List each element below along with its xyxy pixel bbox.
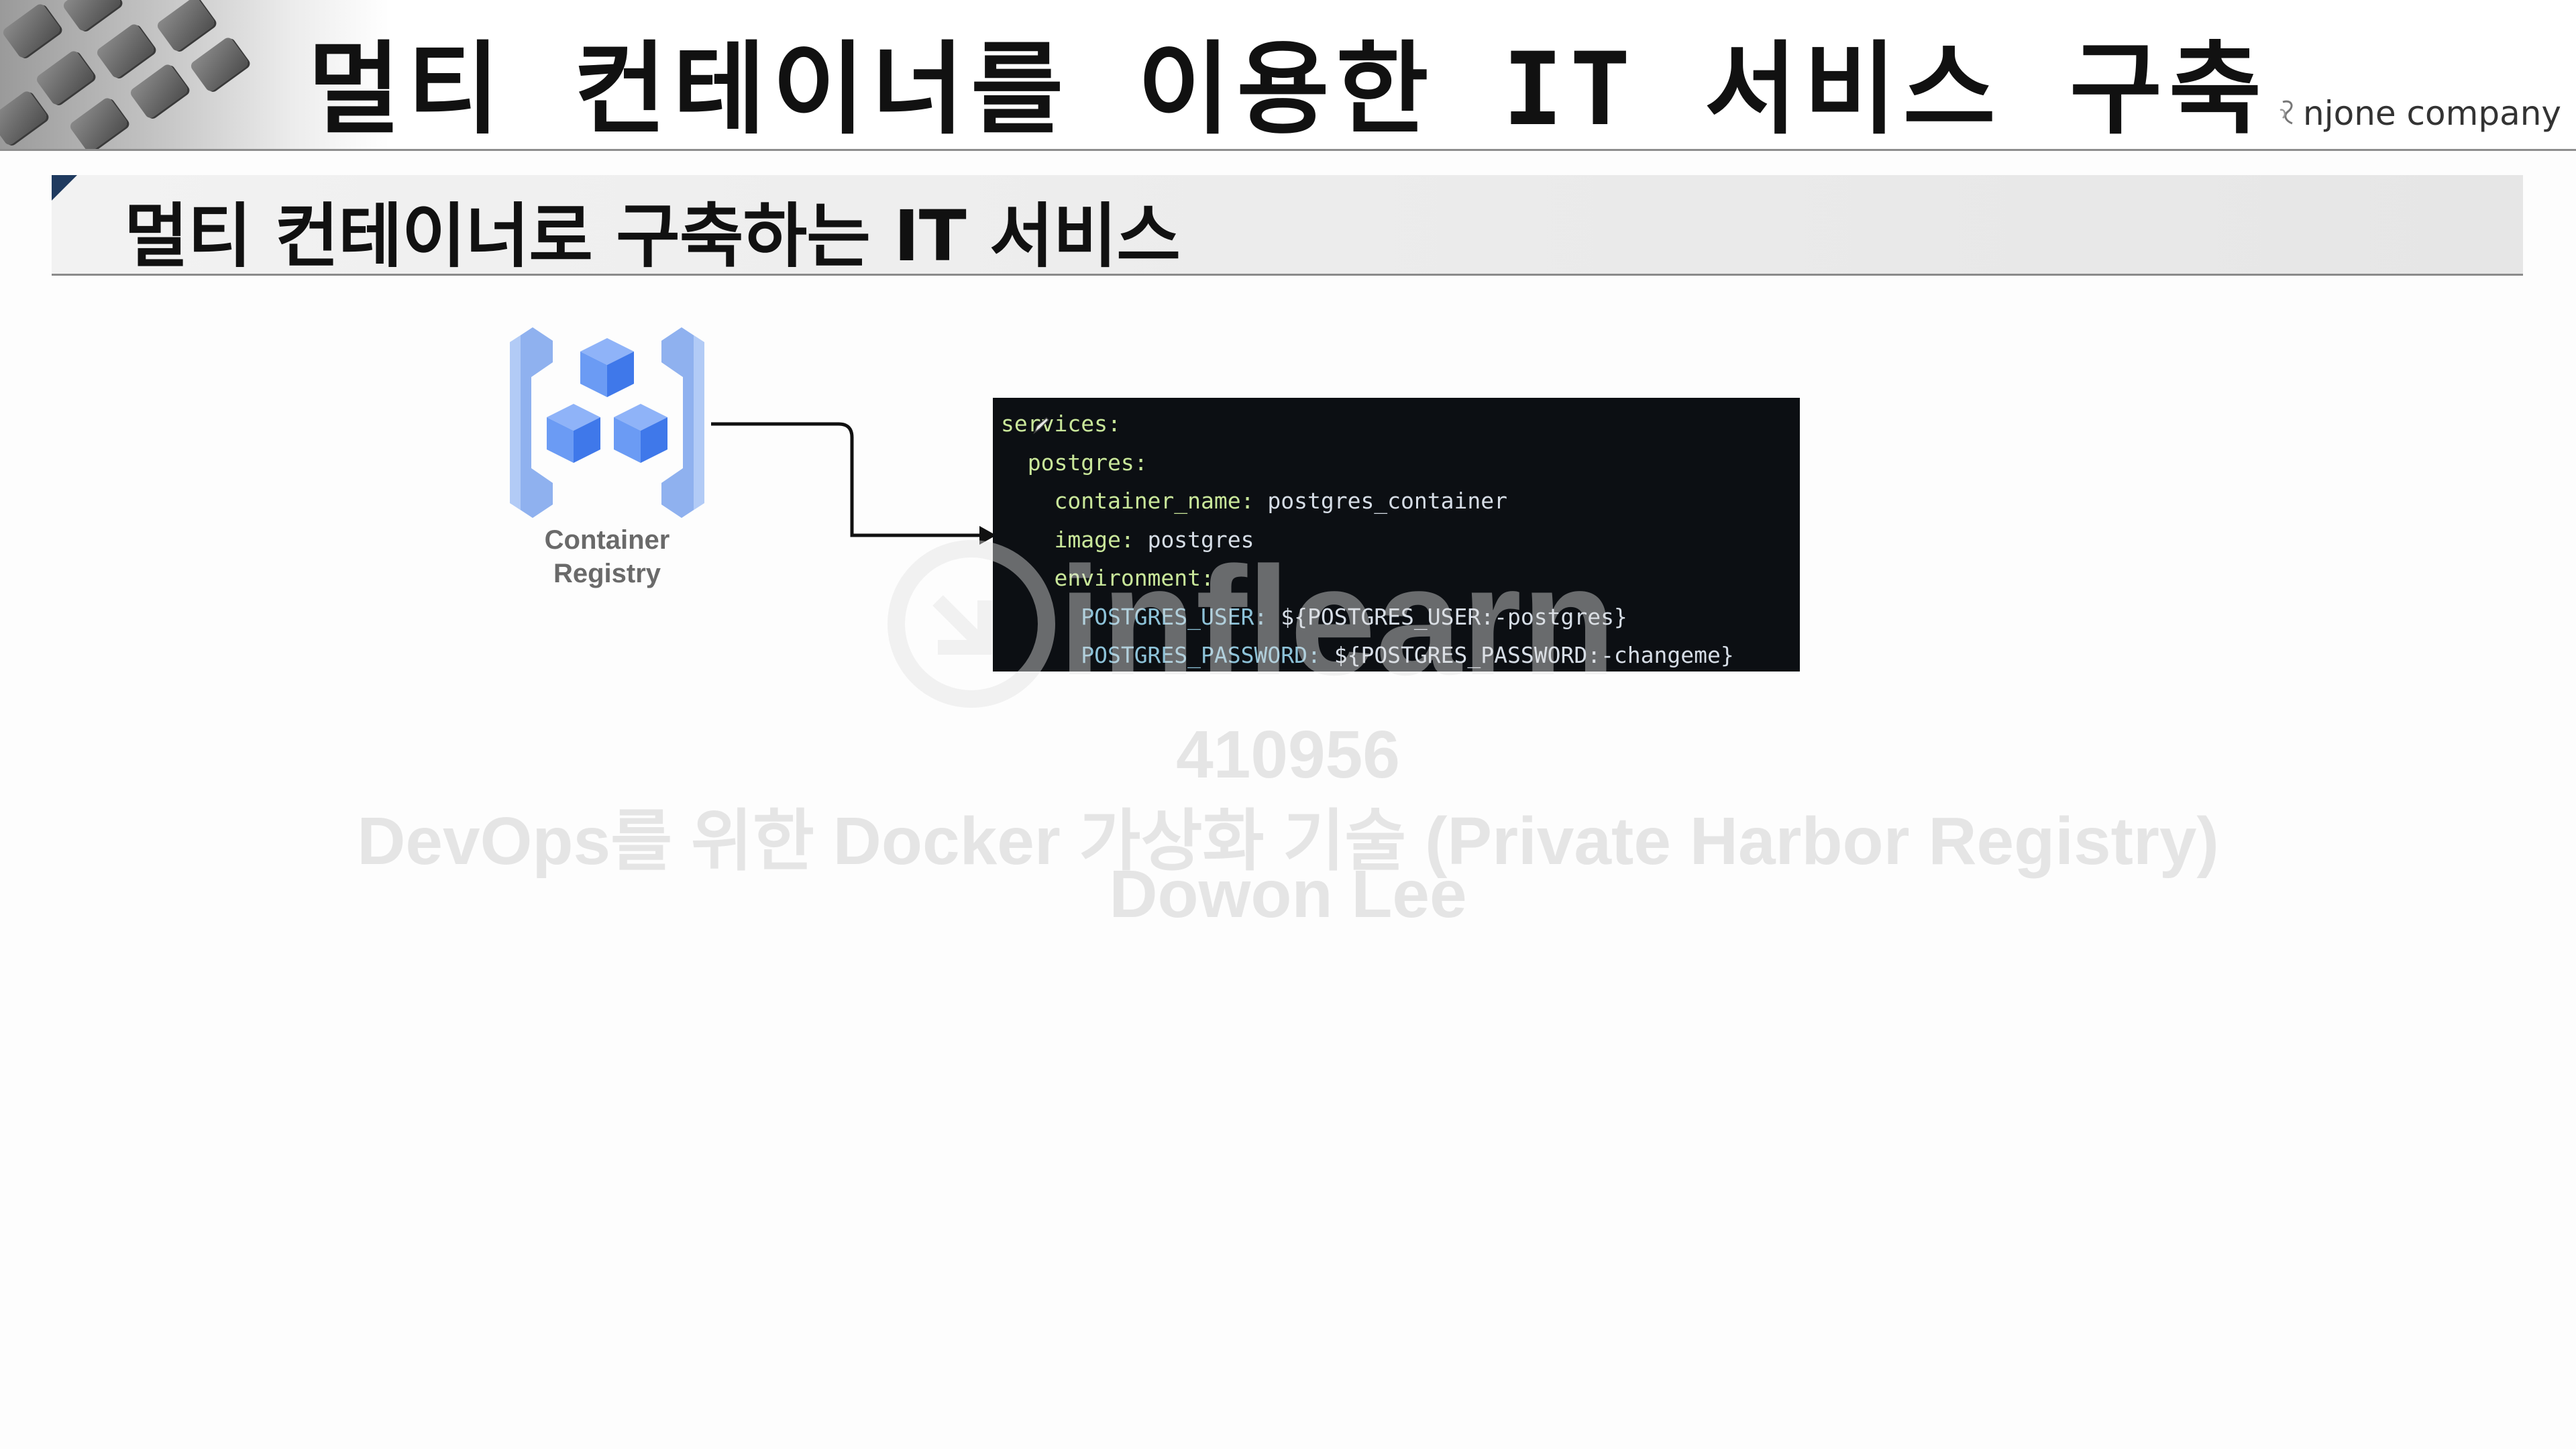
connector-arrow <box>711 422 996 545</box>
watermark-author: Dowon Lee <box>1109 857 1467 932</box>
code-line: postgres: <box>1027 449 1148 476</box>
slide-header: 멀티 컨테이너를 이용한 IT 서비스 구축 njone company <box>0 0 2576 151</box>
container-registry-icon <box>510 327 704 518</box>
watermark-id: 410956 <box>1176 717 1400 792</box>
brand-logo-icon <box>2279 100 2293 125</box>
brand-name: njone company <box>2303 94 2561 133</box>
section-title: 멀티 컨테이너로 구축하는 IT 서비스 <box>124 195 1181 277</box>
watermark-logo-text: inflearn <box>1059 537 1616 707</box>
registry-label-line2: Registry <box>553 559 661 588</box>
watermark-logo: inflearn <box>888 537 1616 708</box>
slide-title: 멀티 컨테이너를 이용한 IT 서비스 구축 <box>307 32 2269 148</box>
brand: njone company <box>2276 94 2561 133</box>
section-bar: 멀티 컨테이너로 구축하는 IT 서비스 <box>52 175 2523 277</box>
code-line: container_name: postgres_container <box>1054 488 1507 514</box>
pen-cursor-icon <box>1033 417 1049 435</box>
registry-label: Container Registry <box>496 523 718 590</box>
corner-triangle-icon <box>52 175 77 201</box>
code-line: services: <box>1001 411 1121 437</box>
registry-label-line1: Container <box>544 525 670 555</box>
